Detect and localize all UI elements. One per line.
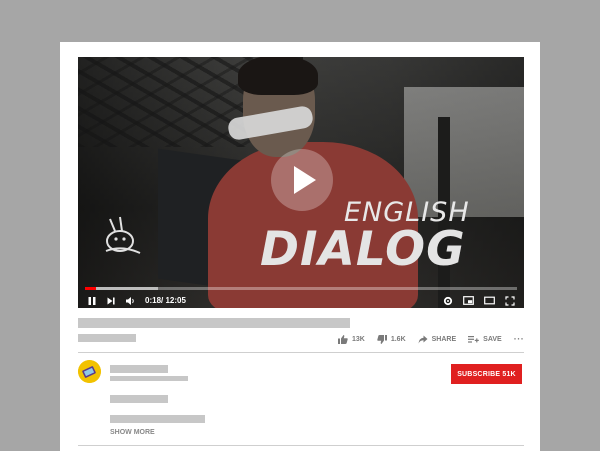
video-page-card: ENGLISH DIALOG 0:18/ 12:05 13K 1.6K SHAR… [60, 42, 540, 451]
subscribe-button[interactable]: SUBSCRIBE 51K [451, 364, 522, 384]
channel-logo-icon [105, 216, 141, 254]
divider [78, 352, 524, 353]
progress-buffered [85, 287, 159, 290]
volume-icon [126, 296, 134, 305]
description-line-placeholder [110, 415, 205, 423]
play-button[interactable] [271, 149, 333, 211]
thumbs-up-icon [338, 334, 348, 344]
view-count-placeholder [78, 334, 136, 342]
settings-icon [443, 296, 453, 305]
progress-played [85, 287, 96, 290]
video-actions: 13K 1.6K SHARE SAVE ··· [338, 334, 536, 344]
next-icon [107, 297, 115, 304]
dislike-count: 1.6K [390, 335, 406, 343]
more-actions-button[interactable]: ··· [514, 334, 525, 344]
share-label: SHARE [431, 335, 457, 343]
next-button[interactable] [106, 295, 116, 307]
thumbs-down-icon [377, 334, 387, 344]
pause-icon [88, 296, 96, 305]
player-controls: 0:18/ 12:05 [78, 293, 524, 308]
subscriber-count-placeholder [110, 376, 188, 381]
progress-bar[interactable] [85, 287, 517, 290]
divider [78, 445, 524, 446]
play-icon [294, 166, 316, 194]
save-label: SAVE [483, 335, 502, 343]
person-hair [238, 57, 318, 95]
theater-icon [484, 296, 495, 305]
video-player[interactable]: ENGLISH DIALOG 0:18/ 12:05 [78, 57, 524, 308]
like-button[interactable]: 13K [338, 334, 365, 344]
settings-button[interactable] [443, 295, 453, 307]
save-button[interactable]: SAVE [468, 335, 502, 344]
pause-button[interactable] [87, 295, 97, 307]
player-controls-right [433, 295, 515, 307]
avatar-icon [78, 360, 101, 383]
save-playlist-icon [468, 335, 479, 343]
dislike-button[interactable]: 1.6K [377, 334, 406, 344]
theater-mode-button[interactable] [484, 295, 495, 307]
channel-name-placeholder [110, 365, 168, 373]
volume-button[interactable] [125, 295, 136, 307]
miniplayer-icon [463, 296, 474, 305]
fullscreen-button[interactable] [505, 295, 515, 307]
channel-avatar[interactable] [78, 360, 101, 383]
description-line-placeholder [110, 395, 168, 403]
show-more-link[interactable]: SHOW MORE [110, 429, 155, 436]
like-count: 13K [352, 335, 365, 343]
share-button[interactable]: SHARE [418, 335, 457, 344]
fullscreen-icon [505, 295, 515, 306]
miniplayer-button[interactable] [463, 295, 474, 307]
overlay-title-line2: DIALOG [260, 222, 466, 277]
more-icon: ··· [513, 334, 525, 344]
share-icon [418, 335, 428, 343]
time-display: 0:18/ 12:05 [145, 296, 186, 305]
video-title-placeholder [78, 318, 350, 328]
